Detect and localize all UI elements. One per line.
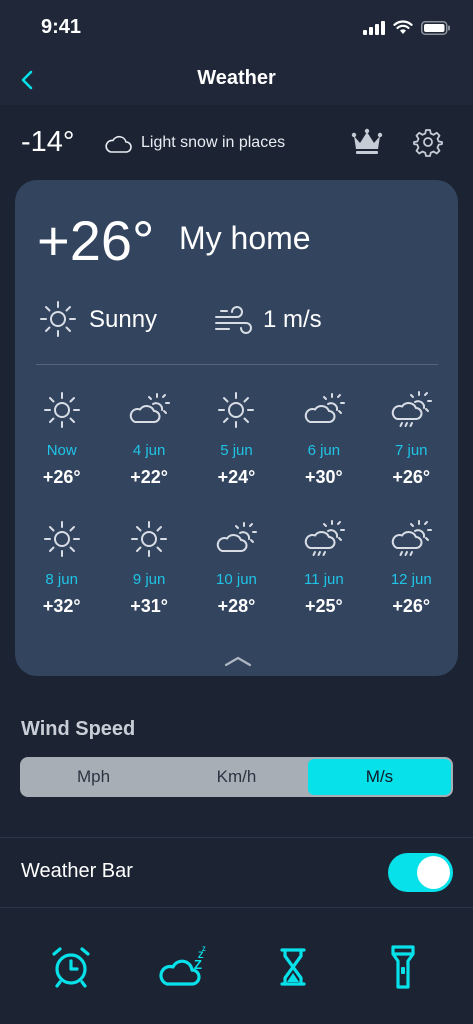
forecast-day: 7 jun +26° — [368, 390, 455, 519]
forecast-day: 8 jun +32° — [18, 519, 105, 648]
toggle-knob — [417, 856, 450, 889]
partly-cloudy-icon — [128, 390, 171, 430]
weather-bar-label: Weather Bar — [21, 860, 133, 882]
forecast-day: 5 jun +24° — [193, 390, 280, 519]
wifi-icon — [393, 20, 413, 34]
sun-icon — [41, 390, 83, 430]
sun-icon — [215, 390, 257, 430]
forecast-date: 10 jun — [216, 571, 257, 588]
collapse-button[interactable] — [223, 654, 253, 668]
status-time: 9:41 — [41, 16, 82, 38]
forecast-temp: +32° — [42, 596, 81, 616]
partly-cloudy-icon — [215, 519, 258, 559]
sun-icon — [41, 519, 83, 559]
signal-icon — [363, 20, 385, 35]
current-description: Light snow in places — [141, 134, 286, 151]
forecast-temp: +26° — [392, 467, 431, 487]
unit-ms-option[interactable]: M/s — [308, 759, 451, 795]
forecast-date: 7 jun — [394, 442, 428, 459]
page-title: Weather — [197, 67, 276, 89]
partly-cloudy-icon — [303, 390, 345, 430]
forecast-temp: +28° — [217, 596, 256, 616]
weather-bar-toggle[interactable] — [388, 853, 453, 892]
tab-timer[interactable] — [268, 942, 318, 992]
status-icons — [363, 20, 451, 35]
current-temp: -14° — [21, 126, 75, 158]
condition-label: Sunny — [89, 306, 158, 333]
forecast-day: 10 jun +28° — [193, 519, 280, 648]
battery-icon — [421, 20, 450, 35]
forecast-grid: Now +26° 4 jun +22° 5 jun +24° 6 jun +30° 7 jun +… — [18, 390, 455, 648]
flashlight-icon — [391, 945, 415, 989]
forecast-date: 8 jun — [45, 571, 78, 588]
forecast-date: 5 jun — [220, 442, 253, 459]
forecast-day: 6 jun +30° — [280, 390, 367, 519]
forecast-day: 9 jun +31° — [105, 519, 192, 648]
svg-text:Z: Z — [202, 947, 206, 953]
forecast-date: Now — [46, 442, 77, 459]
gear-icon — [413, 129, 443, 157]
forecast-card: +26° My home Sunny 1 m/s Now +26° 4 jun +22… — [15, 180, 458, 676]
crown-icon — [351, 128, 383, 154]
forecast-temp: +22° — [130, 467, 168, 487]
status-bar: 9:41 — [0, 0, 473, 56]
cloud-icon — [105, 135, 132, 153]
alarm-clock-icon — [52, 947, 90, 988]
forecast-temp: +26° — [42, 467, 81, 487]
rain-sun-icon — [390, 390, 433, 430]
tab-alarm[interactable] — [46, 942, 96, 992]
location-name: My home — [179, 220, 311, 256]
forecast-row: Now +26° 4 jun +22° 5 jun +24° 6 jun +30° 7 jun +… — [18, 390, 455, 519]
settings-button[interactable] — [411, 125, 445, 159]
unit-mph-option[interactable]: Mph — [22, 759, 165, 795]
divider — [36, 364, 438, 365]
rain-sun-icon — [303, 519, 345, 559]
rain-sun-icon — [390, 519, 433, 559]
tab-weather[interactable]: Z Z Z — [156, 942, 210, 992]
forecast-day: 4 jun +22° — [105, 390, 192, 519]
wind-unit-selector: Mph Km/h M/s — [20, 757, 453, 797]
forecast-date: 12 jun — [390, 571, 432, 588]
current-weather-row: -14° Light snow in places — [0, 105, 473, 180]
sun-icon — [128, 519, 170, 559]
wind-icon — [215, 306, 252, 334]
unit-kmh-option[interactable]: Km/h — [165, 759, 308, 795]
divider — [0, 837, 473, 838]
forecast-day: 11 jun +25° — [280, 519, 367, 648]
hourglass-icon — [280, 948, 306, 986]
forecast-row: 8 jun +32° 9 jun +31° 10 jun +28° 11 jun +25° 12… — [18, 519, 455, 648]
forecast-temp: +31° — [130, 596, 168, 616]
sleep-cloud-icon: Z Z Z — [159, 947, 206, 986]
forecast-temp: +30° — [305, 467, 343, 487]
forecast-date: 6 jun — [307, 442, 341, 459]
forecast-date: 4 jun — [132, 442, 166, 459]
sun-icon — [40, 301, 76, 337]
divider — [0, 907, 473, 908]
card-temperature: +26° — [37, 209, 155, 272]
chevron-up-icon — [224, 656, 252, 667]
premium-button[interactable] — [350, 127, 384, 157]
forecast-date: 11 jun — [303, 571, 344, 588]
forecast-temp: +24° — [217, 467, 256, 487]
tab-bar: Z Z Z — [0, 912, 473, 1024]
wind-speed-label: 1 m/s — [263, 306, 322, 333]
forecast-date: 9 jun — [132, 571, 166, 588]
forecast-temp: +25° — [305, 596, 343, 616]
forecast-day: 12 jun +26° — [368, 519, 455, 648]
forecast-temp: +26° — [392, 596, 431, 616]
forecast-day: Now +26° — [18, 390, 105, 519]
wind-speed-heading: Wind Speed — [21, 718, 136, 740]
tab-flashlight[interactable] — [378, 942, 428, 992]
nav-bar: Weather — [0, 56, 473, 105]
